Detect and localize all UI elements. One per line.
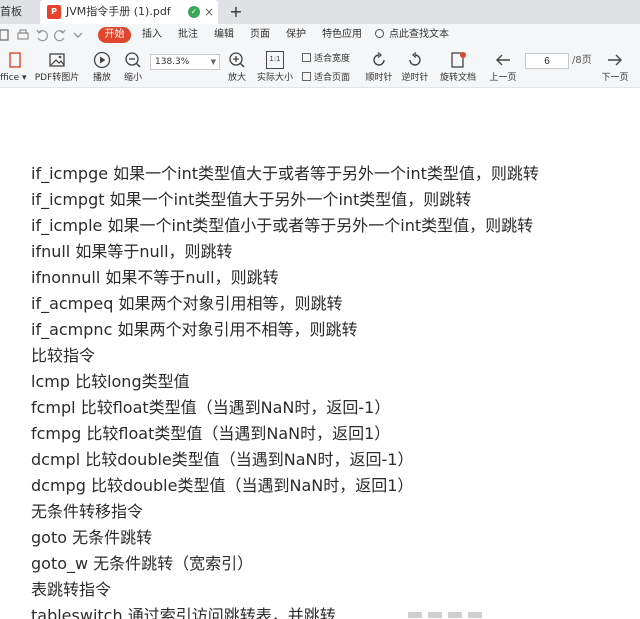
new-tab-button[interactable]: + [228,0,244,24]
document-line: 比较指令 [31,346,96,365]
actual-size-button[interactable]: 1:1 实际大小 [254,46,296,88]
menu-protect[interactable]: 保护 [286,24,306,46]
zoom-level-select[interactable]: 138.3% ▼ [150,54,220,70]
fit-width-label: 适合宽度 [314,54,351,64]
document-line: if_icmpgt 如果一个int类型值大于另外一个int类型值，则跳转 [31,190,472,209]
pdf-reader-window: 首板 P JVM指令手册 (1).pdf ✓ × + 开始 插入 批注 编辑 页… [0,0,640,619]
view-mode-button[interactable] [448,612,462,618]
tab-title: JVM指令手册 (1).pdf [66,5,171,18]
document-line: if_acmpeq 如果两个对象引用相等，则跳转 [31,294,343,313]
zoom-in-icon [229,52,245,68]
menu-start-button[interactable]: 开始 [98,27,131,43]
page-number-input[interactable] [525,53,569,69]
document-line: fcmpg 比较float类型值（当遇到NaN时，返回1） [31,424,391,443]
next-page-label: 下一页 [601,73,629,83]
play-icon [93,51,111,69]
view-mode-button[interactable] [408,612,422,618]
search-icon [375,29,384,38]
status-bar-controls [400,610,640,619]
tab-bar: 首板 P JVM指令手册 (1).pdf ✓ × + [0,0,640,24]
quick-access-dropdown-icon[interactable] [72,28,84,42]
view-mode-button[interactable] [468,612,482,618]
document-line: lcmp 比较long类型值 [31,372,190,391]
menu-annotate[interactable]: 批注 [178,24,198,46]
tab-previous[interactable]: 首板 [0,0,40,24]
menu-bar: 开始 插入 批注 编辑 页面 保护 特色应用 点此查找文本 [0,24,640,46]
sync-status-icon: ✓ [188,6,200,18]
play-label: 播放 [92,73,111,83]
document-line: goto 无条件跳转 [31,528,153,547]
arrow-right-icon [608,54,622,66]
rotate-clockwise-label: 顺时针 [365,73,393,83]
rotate-document-button[interactable]: 旋转文档 [438,46,478,88]
ribbon-toolbar: ffice ▾ PDF转图片 播放 缩小 138.3% ▼ 放大 1:1 实际大小… [0,46,640,88]
page-total: /8页 [572,55,592,66]
rotate-counterclockwise-label: 逆时针 [401,73,429,83]
tab-active-document[interactable]: P JVM指令手册 (1).pdf ✓ × [40,0,218,24]
office-icon [9,52,21,68]
previous-page-button[interactable]: 上一页 [486,46,520,88]
chevron-down-icon: ▼ [210,58,216,66]
arrow-left-icon [496,54,510,66]
document-line: if_acmpnc 如果两个对象引用不相等，则跳转 [31,320,358,339]
menu-page[interactable]: 页面 [250,24,270,46]
rotate-document-icon [451,52,466,68]
document-line: goto_w 无条件跳转（宽索引） [31,554,254,573]
rotate-counterclockwise-icon [409,52,421,66]
document-line: dcmpg 比较double类型值（当遇到NaN时，返回1） [31,476,414,495]
menu-insert[interactable]: 插入 [142,24,162,46]
zoom-in-button[interactable]: 放大 [224,46,250,88]
find-text-search[interactable]: 点此查找文本 [375,24,449,46]
zoom-out-button[interactable]: 缩小 [120,46,146,88]
rotate-clockwise-button[interactable]: 顺时针 [364,46,394,88]
tab-previous-label: 首板 [0,5,22,18]
document-line: ifnonnull 如果不等于null，则跳转 [31,268,279,287]
menu-edit[interactable]: 编辑 [214,24,234,46]
document-line: 无条件转移指令 [31,502,144,521]
pdf-to-image-button[interactable]: PDF转图片 [34,46,80,88]
document-page: if_icmpge 如果一个int类型值大于或者等于另外一个int类型值，则跳转… [0,88,640,619]
image-convert-icon [49,53,65,67]
find-text-label: 点此查找文本 [389,29,449,40]
pdf-file-icon: P [47,5,61,19]
document-line: ifnull 如果等于null，则跳转 [31,242,233,261]
rotate-counterclockwise-button[interactable]: 逆时针 [400,46,430,88]
actual-size-label: 实际大小 [256,73,293,83]
tab-close-icon[interactable]: × [204,0,214,24]
pdf-to-image-label: PDF转图片 [34,73,80,83]
zoom-out-icon [125,52,141,68]
next-page-button[interactable]: 下一页 [598,46,632,88]
print-icon[interactable] [16,28,30,42]
fit-width-button[interactable]: 适合宽度 [302,53,350,65]
document-line: 表跳转指令 [31,580,112,599]
undo-icon[interactable] [35,28,49,42]
rotate-clockwise-icon [373,52,385,66]
fit-width-icon [302,53,311,62]
save-icon[interactable] [0,28,10,42]
redo-icon[interactable] [53,28,67,42]
rotate-document-label: 旋转文档 [439,73,476,83]
document-text: if_icmpge 如果一个int类型值大于或者等于另外一个int类型值，则跳转… [31,161,539,619]
menu-features[interactable]: 特色应用 [322,24,362,46]
play-button[interactable]: 播放 [88,46,116,88]
document-line: if_icmple 如果一个int类型值小于或者等于另外一个int类型值，则跳转 [31,216,534,235]
fit-page-label: 适合页面 [314,73,351,83]
office-label: ffice ▾ [0,73,27,83]
office-button[interactable]: ffice ▾ [0,46,27,88]
document-line: if_icmpge 如果一个int类型值大于或者等于另外一个int类型值，则跳转 [31,164,539,183]
zoom-out-label: 缩小 [123,73,142,83]
actual-size-icon: 1:1 [266,51,284,69]
previous-page-label: 上一页 [489,73,517,83]
view-mode-button[interactable] [428,612,442,618]
document-line: fcmpl 比较float类型值（当遇到NaN时，返回-1） [31,398,391,417]
fit-page-icon [302,72,311,81]
fit-page-button[interactable]: 适合页面 [302,72,350,84]
document-line: dcmpl 比较double类型值（当遇到NaN时，返回-1） [31,450,414,469]
zoom-in-label: 放大 [227,73,246,83]
zoom-level-value: 138.3% [155,57,190,67]
